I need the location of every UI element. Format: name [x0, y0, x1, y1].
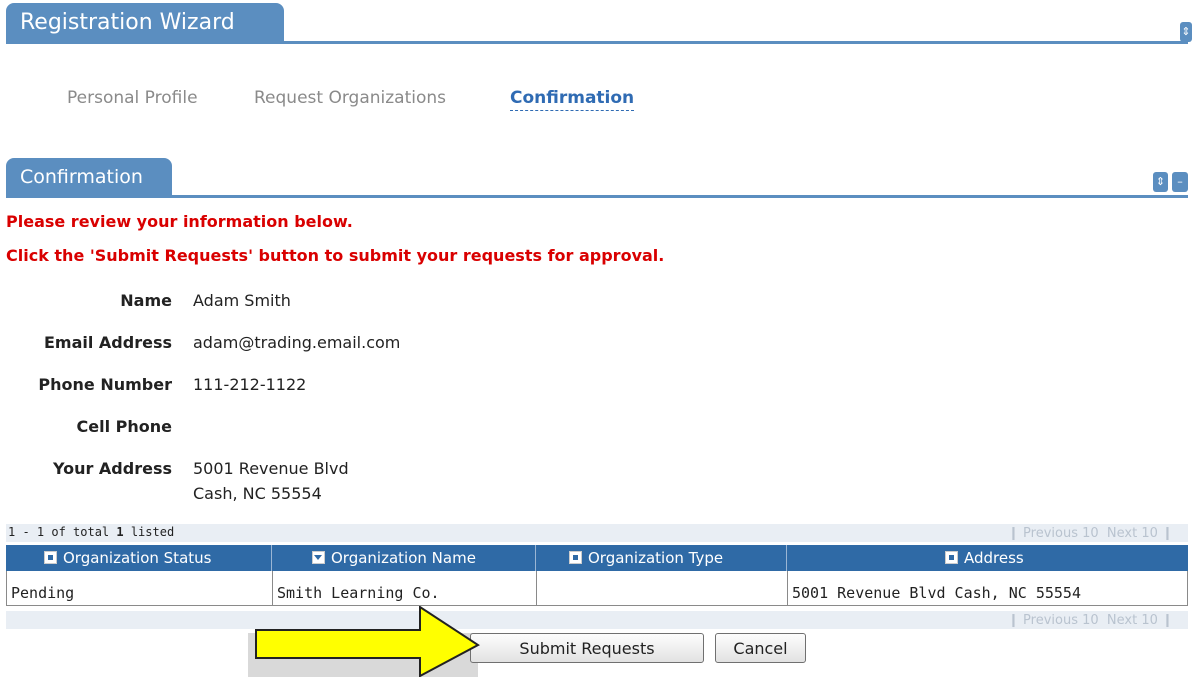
table-row-name: Smith Learning Co. — [272, 571, 537, 606]
cancel-button[interactable]: Cancel — [715, 633, 806, 663]
column-address[interactable]: Address — [787, 545, 1188, 571]
column-organization-name[interactable]: Organization Name — [272, 545, 536, 571]
review-warning: Please review your information below. — [6, 212, 353, 231]
submit-requests-button[interactable]: Submit Requests — [470, 633, 704, 663]
address-label: Your Address — [52, 459, 172, 478]
address-line2: Cash, NC 55554 — [193, 484, 322, 503]
column-menu-icon[interactable] — [945, 551, 958, 564]
name-value: Adam Smith — [193, 291, 291, 310]
phone-label: Phone Number — [38, 375, 172, 394]
name-label: Name — [120, 291, 172, 310]
confirmation-title: Confirmation — [20, 166, 143, 188]
pager-top-links[interactable]: ❙ Previous 10 Next 10 ❙ — [1008, 526, 1173, 541]
phone-value: 111-212-1122 — [193, 375, 307, 394]
email-value: adam@trading.email.com — [193, 333, 401, 352]
column-menu-icon[interactable] — [44, 551, 57, 564]
table-row-address: 5001 Revenue Blvd Cash, NC 55554 — [787, 571, 1188, 606]
column-organization-status[interactable]: Organization Status — [6, 545, 272, 571]
step-confirmation: Confirmation — [510, 88, 635, 111]
submit-instruction: Click the 'Submit Requests' button to su… — [6, 246, 665, 265]
wizard-header-tab: Registration Wizard — [6, 3, 284, 43]
column-organization-type[interactable]: Organization Type — [536, 545, 787, 571]
yellow-arrow-annotation — [255, 606, 480, 677]
email-label: Email Address — [43, 333, 172, 352]
grid-summary: 1 - 1 of total 1 listed — [8, 525, 175, 539]
cell-phone-label: Cell Phone — [76, 417, 172, 436]
address-line1: 5001 Revenue Blvd — [193, 459, 349, 478]
step-request-organizations[interactable]: Request Organizations — [254, 88, 446, 108]
wizard-header-rule — [6, 41, 1188, 44]
next-10-link[interactable]: Next 10 — [1107, 613, 1158, 628]
wizard-title: Registration Wizard — [20, 10, 235, 35]
collapse-icon[interactable]: ⇕ — [1153, 172, 1168, 192]
table-row-status: Pending — [6, 571, 273, 606]
step-personal-profile[interactable]: Personal Profile — [67, 88, 198, 108]
next-10-link[interactable]: Next 10 — [1107, 526, 1158, 541]
previous-10-link[interactable]: Previous 10 — [1023, 526, 1099, 541]
confirmation-header-rule — [6, 195, 1188, 198]
sort-down-icon[interactable] — [312, 551, 325, 564]
wizard-collapse-icon[interactable]: ⇕ — [1180, 22, 1192, 42]
column-menu-icon[interactable] — [569, 551, 582, 564]
previous-10-link[interactable]: Previous 10 — [1023, 613, 1099, 628]
minimize-icon[interactable]: – — [1172, 172, 1188, 192]
table-row-type — [536, 571, 788, 606]
pager-bottom-links[interactable]: ❙ Previous 10 Next 10 ❙ — [1008, 613, 1173, 628]
confirmation-header-tab: Confirmation — [6, 158, 172, 196]
